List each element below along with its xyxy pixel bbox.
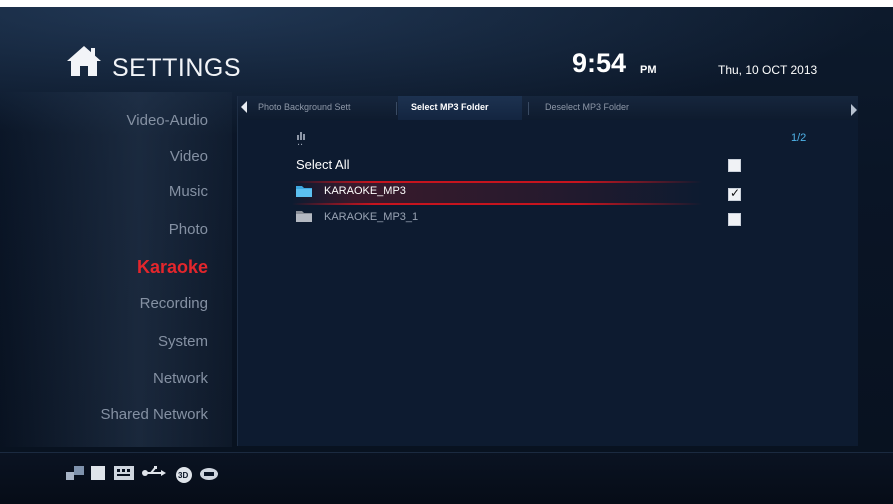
content-panel: Photo Background Sett Select MP3 Folder … [237, 96, 858, 446]
tab-bar: Photo Background Sett Select MP3 Folder … [238, 96, 858, 120]
hdd-icon [200, 468, 218, 480]
clock-time: 9:54 [572, 48, 627, 78]
select-all-checkbox[interactable] [728, 159, 741, 172]
selection-border-bottom [292, 203, 702, 205]
status-bar: 3D [0, 452, 893, 504]
folder-icon [296, 211, 312, 222]
folder-row[interactable]: KARAOKE_MP3_1 [238, 207, 858, 227]
sidebar-item-system[interactable]: System [158, 333, 208, 350]
tab-select-mp3-folder[interactable]: Select MP3 Folder [411, 102, 489, 112]
sidebar-item-music[interactable]: Music [169, 183, 208, 200]
tab-deselect-mp3-folder[interactable]: Deselect MP3 Folder [545, 102, 629, 112]
folder-name: KARAOKE_MP3_1 [324, 211, 419, 223]
clock-ampm: PM [640, 64, 657, 76]
date-display: Thu, 10 OCT 2013 [718, 63, 818, 77]
network-icon [66, 466, 84, 480]
folder-checkbox-checked[interactable]: ✓ [728, 186, 741, 201]
checkmark-icon: ✓ [730, 186, 741, 200]
home-icon[interactable] [66, 45, 102, 77]
sd-card-icon [114, 466, 134, 480]
sidebar-item-karaoke[interactable]: Karaoke [137, 257, 208, 278]
tab-divider [528, 102, 529, 115]
sidebar-item-photo[interactable]: Photo [169, 221, 208, 238]
tab-photo-background[interactable]: Photo Background Sett [258, 102, 351, 112]
tab-scroll-right-icon[interactable] [851, 104, 857, 116]
card-icon [91, 466, 105, 480]
parent-folder-row[interactable]: .. [238, 132, 858, 152]
sidebar-item-video[interactable]: Video [170, 148, 208, 165]
sidebar-item-recording[interactable]: Recording [140, 295, 208, 312]
settings-screen: SETTINGS 9:54 PM Thu, 10 OCT 2013 Video-… [0, 7, 893, 504]
sidebar-item-network[interactable]: Network [153, 370, 208, 387]
select-all-label: Select All [296, 157, 350, 172]
folder-icon [296, 186, 312, 197]
parent-folder-label: .. [297, 136, 304, 148]
sidebar-item-video-audio[interactable]: Video-Audio [127, 112, 208, 129]
select-all-row[interactable]: Select All [238, 154, 858, 174]
tab-scroll-left-icon[interactable] [241, 101, 247, 113]
settings-sidebar: Video-Audio Video Music Photo Karaoke Re… [0, 92, 232, 447]
svg-text:3D: 3D [178, 471, 188, 480]
folder-row[interactable]: KARAOKE_MP3 ✓ [238, 182, 858, 202]
usb-icon [142, 466, 166, 476]
3d-icon: 3D [176, 467, 192, 483]
sidebar-item-shared-network[interactable]: Shared Network [100, 406, 208, 423]
folder-checkbox[interactable] [728, 213, 741, 226]
tab-divider [396, 102, 397, 115]
folder-name: KARAOKE_MP3 [324, 185, 406, 197]
page-title: SETTINGS [112, 54, 242, 82]
